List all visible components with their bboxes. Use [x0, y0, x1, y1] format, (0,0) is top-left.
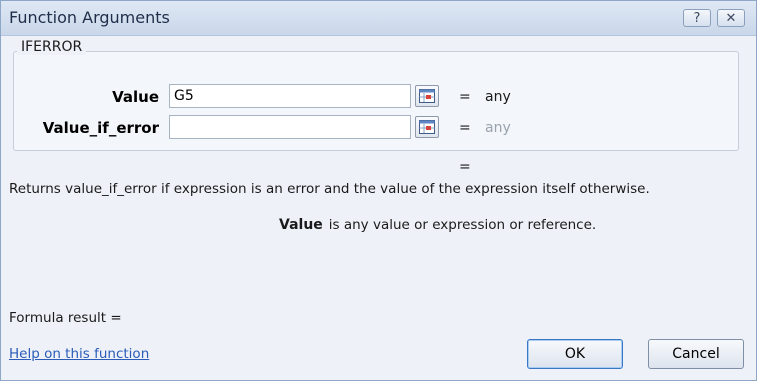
close-icon: ✕	[725, 11, 737, 26]
collapse-dialog-icon	[419, 120, 435, 134]
function-result-equals: =	[459, 159, 471, 175]
dialog-title: Function Arguments	[9, 8, 170, 27]
function-arguments-dialog: Function Arguments ? ✕ IFERROR Value = a…	[0, 0, 757, 381]
formula-result-label: Formula result =	[9, 310, 122, 326]
help-on-function-link[interactable]: Help on this function	[9, 346, 149, 362]
value-if-error-result: any	[485, 120, 511, 136]
close-button[interactable]: ✕	[717, 9, 745, 27]
collapse-dialog-icon	[419, 89, 435, 103]
question-mark-icon: ?	[693, 11, 701, 26]
cancel-button[interactable]: Cancel	[648, 339, 744, 369]
value-equals: =	[459, 89, 471, 105]
argument-help: Value is any value or expression or refer…	[279, 217, 596, 233]
value-if-error-label: Value_if_error	[42, 119, 159, 137]
value-collapse-button[interactable]	[415, 85, 439, 107]
value-if-error-collapse-button[interactable]	[415, 116, 439, 138]
function-name: IFERROR	[17, 39, 87, 55]
help-button[interactable]: ?	[683, 9, 711, 27]
value-if-error-equals: =	[459, 120, 471, 136]
function-description: Returns value_if_error if expression is …	[9, 181, 650, 197]
value-label: Value	[112, 88, 159, 106]
value-if-error-input[interactable]	[169, 115, 411, 139]
title-bar[interactable]: Function Arguments ? ✕	[1, 1, 756, 36]
argument-help-text: is any value or expression or reference.	[328, 217, 597, 233]
ok-button[interactable]: OK	[527, 339, 623, 369]
value-input[interactable]	[169, 84, 411, 108]
value-result: any	[485, 89, 511, 105]
argument-help-name: Value	[279, 217, 323, 233]
